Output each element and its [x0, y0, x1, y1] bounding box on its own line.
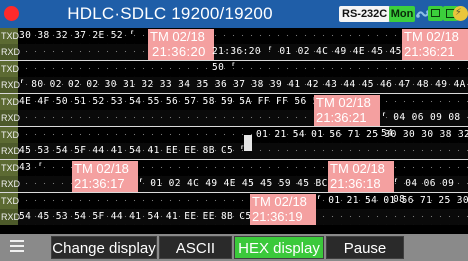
txd-tag: TXD	[0, 61, 19, 77]
hex-sequence: ⸢ 01 21 54 01 56 71 25 30 30	[316, 195, 468, 206]
title-bar: HDLC·SDLC 19200/19200 RS-232C Mon	[0, 0, 468, 28]
hex-sequence: ⸢ 80 02 02 02 30 31 32 33 34 35 36 37 38…	[19, 79, 468, 90]
ascii-button[interactable]: ASCII	[159, 236, 232, 259]
change-display-button[interactable]: Change display	[51, 236, 157, 259]
timestamp-block: TM 02/18 21:36:18	[328, 161, 394, 192]
txd-row: TXD 30 38 32 37 2E 52 ⸢	[0, 28, 468, 44]
interface-badge: RS-232C	[339, 6, 391, 22]
rxd-row: RXD 45 53 54 5F 44 41 54 41 EE EE 8B C5 …	[0, 143, 468, 159]
cursor-marker	[244, 135, 252, 151]
power-icon[interactable]	[453, 5, 468, 21]
hex-display-button[interactable]: HEX display	[234, 236, 324, 259]
timestamp-block: TM 02/18 21:36:19	[250, 194, 316, 225]
txd-tag: TXD	[0, 28, 19, 44]
screen-icon[interactable]	[428, 6, 443, 21]
timestamp-block: TM 02/18 21:36:21	[314, 95, 380, 126]
hex-sequence: 43 ⸢	[19, 162, 44, 173]
rxd-row: RXD ⸢ 80 02 02 02 30 31 32 33 34 35 36 3…	[0, 77, 468, 93]
txd-row: TXD 4E 4F 50 51 52 53 54 55 56 57 58 59 …	[0, 94, 468, 110]
rxd-row: RXD 54 45 53 54 5F 44 41 54 41 EE EE 8B …	[0, 209, 468, 225]
bottom-toolbar: Change display ASCII HEX display Pause d…	[0, 234, 468, 261]
rxd-tag: RXD	[0, 176, 20, 192]
hex-sequence: 45 53 54 5F 44 41 54 41 EE EE 8B C5 ⸢	[19, 145, 246, 156]
hex-sequence: 30 38 32 37 2E 52 ⸢	[19, 30, 136, 41]
timestamp-block: TM 02/18 21:36:17	[72, 161, 138, 192]
rxd-tag: RXD	[0, 143, 20, 159]
hex-sequence: ⸢ 01 02 4C 49 4E 45 45 59 45 BC 50 ⸢	[138, 178, 359, 189]
rxd-tag: RXD	[0, 44, 20, 60]
txd-tag: TXD	[0, 94, 19, 110]
hex-sequence: 54 45 53 54 5F 44 41 54 41 EE EE 8B C5 ⸢	[19, 211, 264, 222]
txd-row: TXD ⸢ 01 21 54 01 56 71 25 30 30	[0, 193, 468, 209]
hex-sequence: 01 21 54 01 56 71 25 30 30 30 38 32 36 A…	[256, 129, 468, 140]
analyzer-screen: HDLC·SDLC 19200/19200 RS-232C Mon TXD 30…	[0, 0, 468, 261]
txd-tag: TXD	[0, 193, 19, 209]
data-rows: TXD 30 38 32 37 2E 52 ⸢ RXD TM 02/18 21:…	[0, 28, 468, 234]
rxd-tag: RXD	[0, 209, 20, 225]
pause-display-button[interactable]: Pause disp.	[326, 236, 404, 259]
rxd-tag: RXD	[0, 77, 20, 93]
menu-icon[interactable]	[10, 240, 24, 254]
txd-tag: TXD	[0, 160, 19, 176]
txd-row: TXD	[0, 61, 468, 77]
hex-sequence: 4E 4F 50 51 52 53 54 55 56 57 58 59 5A F…	[19, 96, 338, 107]
hex-sequence: ⸢ 04 06 09 08 54	[381, 112, 461, 139]
page-title: HDLC·SDLC 19200/19200	[67, 4, 273, 23]
hex-sequence: ⸢ 04 06 09 08	[393, 178, 455, 205]
txd-row: TXD 01 21 54 01 56 71 25 30 30 30 38 32 …	[0, 127, 468, 143]
mode-badge: Mon	[389, 6, 415, 22]
timestamp-time: 21:36:20	[150, 44, 212, 59]
txd-tag: TXD	[0, 127, 19, 143]
txd-row: TXD 43 ⸢	[0, 160, 468, 176]
rxd-tag: RXD	[0, 110, 20, 126]
timestamp-block: TM 02/18 21:36:21	[402, 29, 468, 60]
